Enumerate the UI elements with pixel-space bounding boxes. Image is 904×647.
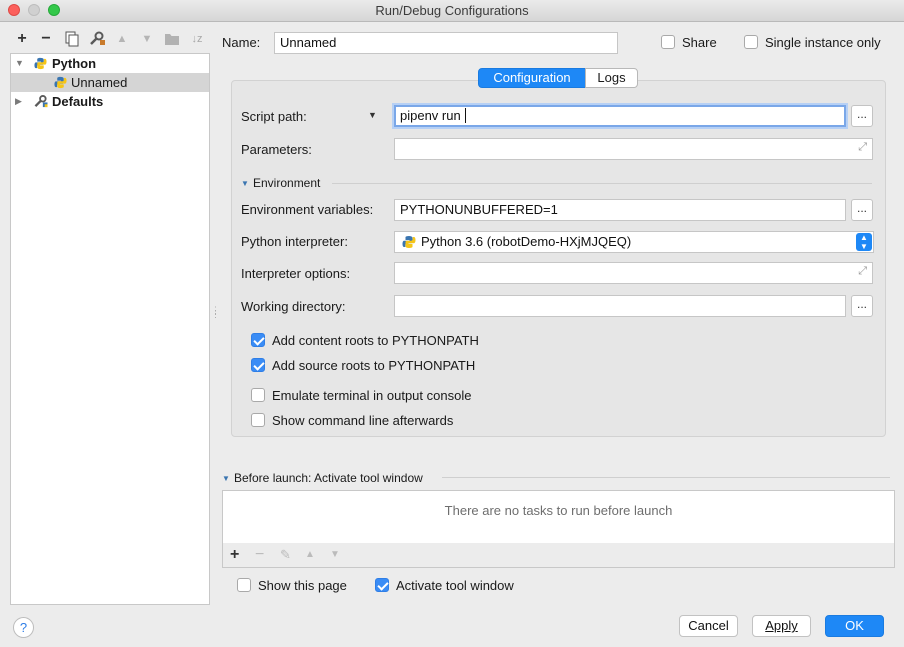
interp-options-label: Interpreter options: (241, 266, 351, 281)
share-label: Share (682, 35, 717, 50)
expand-icon[interactable]: ⤢ (858, 139, 867, 157)
script-path-mode-dropdown-icon[interactable]: ▼ (368, 110, 377, 120)
minimize-window-button[interactable] (28, 4, 40, 16)
close-window-button[interactable] (8, 4, 20, 16)
help-button[interactable]: ? (13, 617, 34, 638)
zoom-window-button[interactable] (48, 4, 60, 16)
working-dir-label: Working directory: (241, 299, 346, 314)
apply-button[interactable]: Apply (752, 615, 811, 637)
move-up-icon[interactable]: ▲ (112, 28, 132, 50)
share-checkbox[interactable] (661, 35, 675, 49)
tree-item-unnamed[interactable]: Unnamed (11, 73, 209, 92)
tree-item-label: Unnamed (71, 75, 128, 90)
section-divider (442, 477, 890, 478)
script-path-input[interactable]: pipenv run (394, 105, 846, 127)
working-dir-browse-button[interactable]: ... (851, 295, 873, 317)
edit-defaults-wrench-icon[interactable] (87, 28, 107, 50)
configuration-tree[interactable]: ▼ Python Unnamed ▶ Defaults (10, 53, 210, 605)
edit-task-pencil-icon[interactable]: ✎ (280, 547, 291, 563)
parameters-label: Parameters: (241, 142, 312, 157)
script-path-label: Script path: (241, 109, 307, 124)
name-input[interactable]: Unnamed (274, 32, 618, 54)
collapse-section-icon[interactable]: ▼ (241, 179, 249, 188)
folder-icon[interactable] (162, 28, 182, 50)
remove-configuration-button[interactable]: − (36, 28, 56, 50)
name-label: Name: (222, 35, 261, 50)
tree-item-label: Python (52, 56, 97, 71)
add-configuration-button[interactable]: + (12, 28, 32, 50)
source-roots-label: Add source roots to PYTHONPATH (272, 358, 476, 373)
env-vars-browse-button[interactable]: ... (851, 199, 873, 221)
tree-item-label: Defaults (52, 94, 104, 109)
single-instance-checkbox[interactable] (744, 35, 758, 49)
collapse-section-icon[interactable]: ▼ (222, 474, 230, 483)
interpreter-select[interactable]: Python 3.6 (robotDemo-HXjMJQEQ) ▲ ▼ (394, 231, 874, 253)
chevron-right-icon[interactable]: ▶ (15, 92, 22, 111)
sort-alphabetically-icon[interactable]: ↓z (187, 28, 207, 50)
tab-configuration[interactable]: Configuration (478, 68, 586, 88)
chevron-down-icon[interactable]: ▼ (15, 54, 24, 73)
empty-list-message: There are no tasks to run before launch (444, 503, 673, 518)
before-launch-task-list[interactable]: There are no tasks to run before launch (222, 490, 895, 544)
move-task-down-icon[interactable]: ▼ (330, 549, 340, 560)
activate-tool-window-label: Activate tool window (396, 578, 514, 593)
emulate-terminal-checkbox[interactable] (251, 388, 265, 402)
interpreter-label: Python interpreter: (241, 234, 348, 249)
interp-options-input[interactable]: ⤢ (394, 262, 873, 284)
env-vars-label: Environment variables: (241, 202, 374, 217)
content-roots-label: Add content roots to PYTHONPATH (272, 333, 479, 348)
show-page-checkbox[interactable] (237, 578, 251, 592)
source-roots-checkbox[interactable] (251, 358, 265, 372)
show-command-line-checkbox[interactable] (251, 413, 265, 427)
before-launch-toolbar: + − ✎ ▲ ▼ (222, 543, 895, 568)
show-command-line-label: Show command line afterwards (272, 413, 454, 428)
move-task-up-icon[interactable]: ▲ (305, 549, 315, 560)
script-path-browse-button[interactable]: ... (851, 105, 873, 127)
ok-button[interactable]: OK (825, 615, 884, 637)
parameters-input[interactable]: ⤢ (394, 138, 873, 160)
tree-item-python[interactable]: ▼ Python (11, 54, 209, 73)
activate-tool-window-checkbox[interactable] (375, 578, 389, 592)
emulate-terminal-label: Emulate terminal in output console (272, 388, 472, 403)
remove-task-button[interactable]: − (255, 546, 264, 564)
add-task-button[interactable]: + (230, 546, 239, 564)
tree-item-defaults[interactable]: ▶ Defaults (11, 92, 209, 111)
python-icon (34, 57, 47, 70)
section-divider (332, 183, 872, 184)
before-launch-title: Before launch: Activate tool window (234, 471, 423, 485)
expand-icon[interactable]: ⤢ (858, 263, 867, 281)
python-config-icon (54, 76, 67, 89)
show-page-label: Show this page (258, 578, 347, 593)
tab-logs[interactable]: Logs (585, 68, 638, 88)
select-arrows-icon[interactable]: ▲ ▼ (856, 233, 872, 251)
cancel-button[interactable]: Cancel (679, 615, 738, 637)
env-vars-input[interactable]: PYTHONUNBUFFERED=1 (394, 199, 846, 221)
window-titlebar: Run/Debug Configurations (0, 0, 904, 22)
content-roots-checkbox[interactable] (251, 333, 265, 347)
working-dir-input[interactable] (394, 295, 846, 317)
configuration-panel (231, 80, 886, 437)
text-cursor (464, 108, 466, 123)
single-instance-label: Single instance only (765, 35, 881, 50)
environment-section-title: Environment (253, 176, 321, 190)
window-title: Run/Debug Configurations (375, 3, 529, 18)
move-down-icon[interactable]: ▼ (137, 28, 157, 50)
copy-configuration-icon[interactable] (62, 28, 82, 50)
python-icon (402, 236, 416, 248)
splitter-handle[interactable]: ⋮ ⋮ (211, 306, 220, 319)
defaults-wrench-icon (34, 95, 48, 108)
